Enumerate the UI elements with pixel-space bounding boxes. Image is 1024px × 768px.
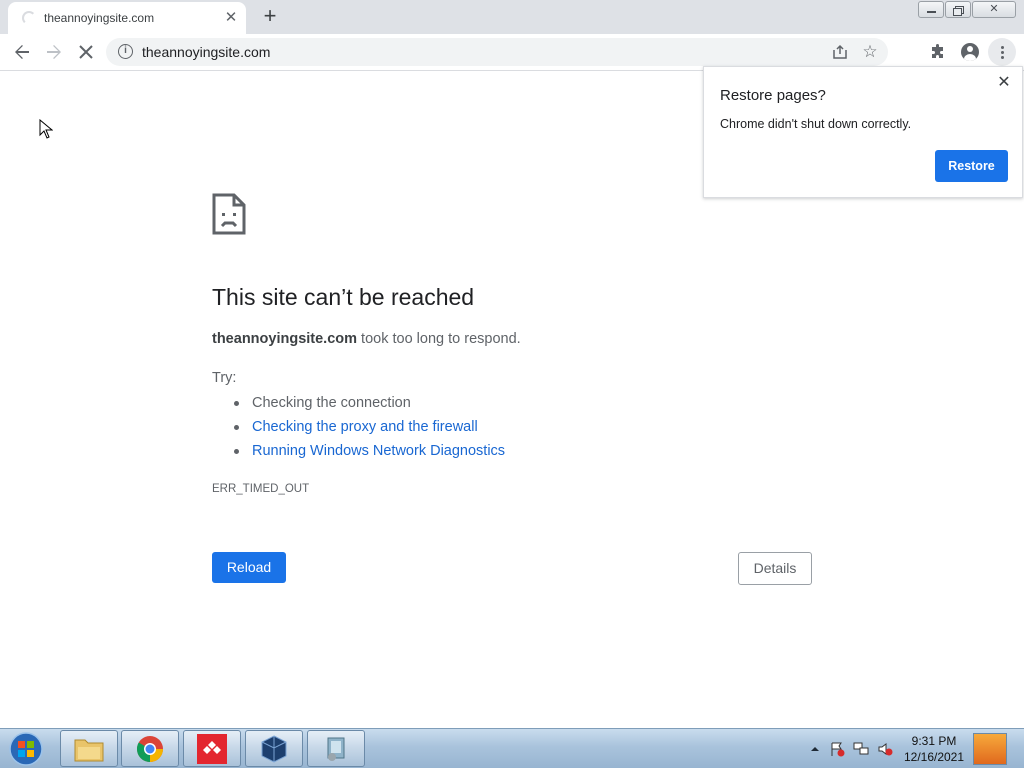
info-icon[interactable]: i [118, 44, 133, 59]
start-button[interactable] [4, 731, 48, 767]
virtualbox-icon [261, 734, 287, 763]
menu-button[interactable] [988, 38, 1016, 66]
chrome-icon [136, 735, 163, 762]
more-vertical-icon [1000, 45, 1004, 59]
suggestion-list: Checking the connection Checking the pro… [234, 394, 505, 466]
dialog-close-icon[interactable]: ✕ [994, 73, 1014, 93]
suggestion-check-proxy-link[interactable]: Checking the proxy and the firewall [234, 418, 505, 442]
avatar-icon [961, 43, 979, 61]
window-controls: ✕ [917, 1, 1016, 19]
dialog-title: Restore pages? [720, 87, 826, 104]
address-bar[interactable]: i theannoyingsite.com ☆ [106, 38, 888, 66]
taskbar: 9:31 PM 12/16/2021 [0, 728, 1024, 768]
network-icon[interactable] [853, 741, 869, 757]
new-tab-button[interactable]: + [258, 5, 282, 29]
url-text: theannoyingsite.com [142, 44, 271, 60]
taskbar-explorer[interactable] [60, 730, 118, 767]
arrow-left-icon [15, 45, 29, 59]
close-window-button[interactable]: ✕ [972, 1, 1016, 18]
suggestion-run-diagnostics-link[interactable]: Running Windows Network Diagnostics [234, 442, 505, 466]
minimize-button[interactable] [918, 1, 944, 18]
loading-spinner-icon [22, 11, 36, 25]
taskbar-anydesk[interactable] [183, 730, 241, 767]
taskbar-virtualbox[interactable] [245, 730, 303, 767]
tab-strip: theannoyingsite.com ✕ + ✕ [0, 0, 1024, 34]
restore-pages-dialog: Restore pages? Chrome didn't shut down c… [703, 66, 1023, 198]
share-icon[interactable] [832, 44, 848, 60]
taskbar-chrome[interactable] [121, 730, 179, 767]
restore-button[interactable]: Restore [935, 150, 1008, 182]
anydesk-icon [197, 733, 227, 764]
try-label: Try: [212, 370, 237, 386]
show-desktop-button[interactable] [973, 733, 1007, 765]
volume-muted-icon[interactable] [877, 741, 893, 757]
sad-document-icon [212, 193, 246, 235]
clock[interactable]: 9:31 PM 12/16/2021 [895, 733, 973, 765]
close-icon [79, 45, 93, 59]
arrow-right-icon [47, 45, 61, 59]
close-icon: ✕ [989, 3, 999, 15]
browser-tab[interactable]: theannoyingsite.com ✕ [8, 2, 246, 34]
tab-close-icon[interactable]: ✕ [222, 9, 240, 27]
mouse-cursor-icon [39, 119, 53, 139]
error-code: ERR_TIMED_OUT [212, 483, 310, 495]
clock-time: 9:31 PM [911, 734, 957, 748]
forward-button[interactable] [40, 38, 68, 66]
restore-down-button[interactable] [945, 1, 971, 18]
stop-loading-button[interactable] [72, 38, 100, 66]
reload-button[interactable]: Reload [212, 552, 286, 583]
app-icon [327, 737, 345, 761]
suggestion-check-connection: Checking the connection [234, 394, 505, 418]
windows-logo-icon [9, 732, 43, 766]
extensions-button[interactable] [924, 38, 952, 66]
details-button[interactable]: Details [738, 552, 812, 585]
profile-button[interactable] [956, 38, 984, 66]
clock-date: 12/16/2021 [903, 750, 965, 764]
bookmark-star-icon[interactable]: ☆ [860, 42, 880, 62]
error-title: This site can’t be reached [212, 284, 475, 310]
action-center-flag-icon[interactable] [829, 741, 845, 757]
error-host: theannoyingsite.com [212, 331, 358, 347]
tab-title: theannoyingsite.com [44, 11, 155, 25]
puzzle-icon [932, 44, 943, 58]
screen: theannoyingsite.com ✕ + ✕ i theannoyings… [0, 0, 1024, 768]
error-description: theannoyingsite.com took too long to res… [212, 331, 521, 347]
folder-icon [74, 739, 104, 761]
taskbar-app[interactable] [307, 730, 365, 767]
error-description-text: took too long to respond. [357, 331, 521, 347]
back-button[interactable] [8, 38, 36, 66]
dialog-message: Chrome didn't shut down correctly. [720, 117, 912, 131]
show-hidden-icons-icon[interactable] [807, 741, 823, 757]
